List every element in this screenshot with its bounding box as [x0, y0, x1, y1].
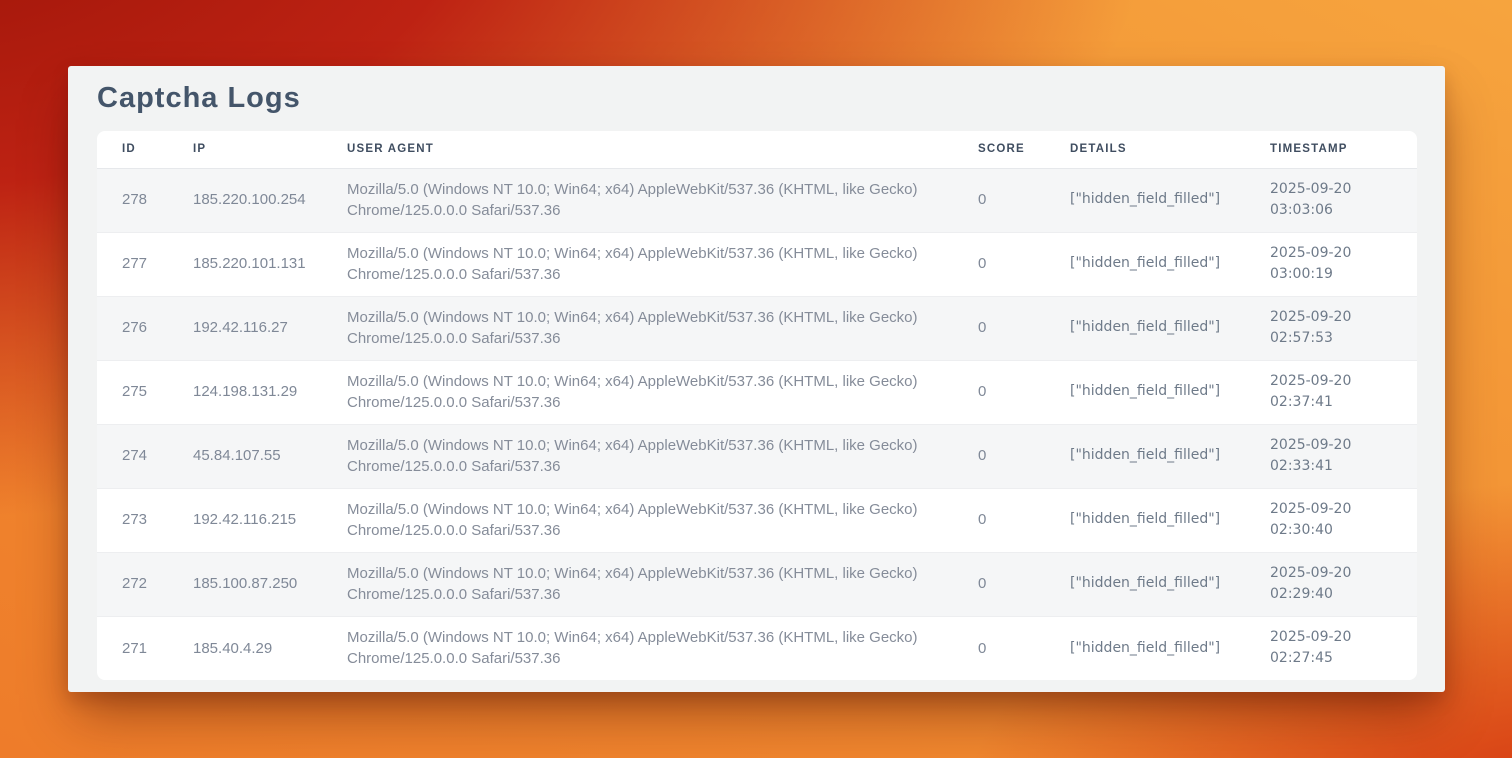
cell-id: 276	[97, 296, 168, 360]
cell-id: 273	[97, 488, 168, 552]
cell-ip: 185.220.100.254	[168, 168, 322, 232]
cell-id: 272	[97, 552, 168, 616]
cell-ip: 185.40.4.29	[168, 616, 322, 680]
cell-score: 0	[953, 232, 1045, 296]
column-header-ip: IP	[168, 131, 322, 168]
cell-user_agent: Mozilla/5.0 (Windows NT 10.0; Win64; x64…	[322, 296, 953, 360]
table-row: 272185.100.87.250Mozilla/5.0 (Windows NT…	[97, 552, 1417, 616]
cell-timestamp: 2025-09-20 03:00:19	[1245, 232, 1417, 296]
cell-details: ["hidden_field_filled"]	[1045, 552, 1245, 616]
cell-id: 278	[97, 168, 168, 232]
cell-score: 0	[953, 296, 1045, 360]
cell-user_agent: Mozilla/5.0 (Windows NT 10.0; Win64; x64…	[322, 552, 953, 616]
cell-user_agent: Mozilla/5.0 (Windows NT 10.0; Win64; x64…	[322, 488, 953, 552]
cell-details: ["hidden_field_filled"]	[1045, 296, 1245, 360]
cell-score: 0	[953, 488, 1045, 552]
cell-details: ["hidden_field_filled"]	[1045, 488, 1245, 552]
cell-ip: 124.198.131.29	[168, 360, 322, 424]
column-header-timestamp: TIMESTAMP	[1245, 131, 1417, 168]
cell-id: 274	[97, 424, 168, 488]
cell-user_agent: Mozilla/5.0 (Windows NT 10.0; Win64; x64…	[322, 616, 953, 680]
logs-table-container: IDIPUSER AGENTSCOREDETAILSTIMESTAMP 2781…	[97, 131, 1417, 680]
captcha-logs-table: IDIPUSER AGENTSCOREDETAILSTIMESTAMP 2781…	[97, 131, 1417, 680]
cell-details: ["hidden_field_filled"]	[1045, 232, 1245, 296]
column-header-id: ID	[97, 131, 168, 168]
cell-id: 271	[97, 616, 168, 680]
table-row: 276192.42.116.27Mozilla/5.0 (Windows NT …	[97, 296, 1417, 360]
cell-timestamp: 2025-09-20 02:30:40	[1245, 488, 1417, 552]
cell-score: 0	[953, 552, 1045, 616]
captcha-logs-card: Captcha Logs IDIPUSER AGENTSCOREDETAILST…	[68, 66, 1445, 692]
cell-details: ["hidden_field_filled"]	[1045, 168, 1245, 232]
cell-timestamp: 2025-09-20 02:33:41	[1245, 424, 1417, 488]
cell-user_agent: Mozilla/5.0 (Windows NT 10.0; Win64; x64…	[322, 232, 953, 296]
page-title: Captcha Logs	[97, 82, 1417, 114]
cell-score: 0	[953, 360, 1045, 424]
cell-details: ["hidden_field_filled"]	[1045, 360, 1245, 424]
cell-details: ["hidden_field_filled"]	[1045, 424, 1245, 488]
cell-timestamp: 2025-09-20 03:03:06	[1245, 168, 1417, 232]
cell-timestamp: 2025-09-20 02:57:53	[1245, 296, 1417, 360]
cell-user_agent: Mozilla/5.0 (Windows NT 10.0; Win64; x64…	[322, 424, 953, 488]
table-row: 27445.84.107.55Mozilla/5.0 (Windows NT 1…	[97, 424, 1417, 488]
table-row: 277185.220.101.131Mozilla/5.0 (Windows N…	[97, 232, 1417, 296]
cell-id: 277	[97, 232, 168, 296]
cell-timestamp: 2025-09-20 02:37:41	[1245, 360, 1417, 424]
cell-timestamp: 2025-09-20 02:27:45	[1245, 616, 1417, 680]
cell-ip: 192.42.116.215	[168, 488, 322, 552]
cell-user_agent: Mozilla/5.0 (Windows NT 10.0; Win64; x64…	[322, 360, 953, 424]
table-row: 273192.42.116.215Mozilla/5.0 (Windows NT…	[97, 488, 1417, 552]
cell-timestamp: 2025-09-20 02:29:40	[1245, 552, 1417, 616]
table-header-row: IDIPUSER AGENTSCOREDETAILSTIMESTAMP	[97, 131, 1417, 168]
cell-user_agent: Mozilla/5.0 (Windows NT 10.0; Win64; x64…	[322, 168, 953, 232]
column-header-score: SCORE	[953, 131, 1045, 168]
cell-ip: 192.42.116.27	[168, 296, 322, 360]
table-row: 271185.40.4.29Mozilla/5.0 (Windows NT 10…	[97, 616, 1417, 680]
cell-ip: 185.100.87.250	[168, 552, 322, 616]
cell-ip: 45.84.107.55	[168, 424, 322, 488]
table-row: 278185.220.100.254Mozilla/5.0 (Windows N…	[97, 168, 1417, 232]
cell-score: 0	[953, 616, 1045, 680]
cell-ip: 185.220.101.131	[168, 232, 322, 296]
column-header-user_agent: USER AGENT	[322, 131, 953, 168]
cell-score: 0	[953, 424, 1045, 488]
cell-details: ["hidden_field_filled"]	[1045, 616, 1245, 680]
table-row: 275124.198.131.29Mozilla/5.0 (Windows NT…	[97, 360, 1417, 424]
cell-score: 0	[953, 168, 1045, 232]
cell-id: 275	[97, 360, 168, 424]
column-header-details: DETAILS	[1045, 131, 1245, 168]
